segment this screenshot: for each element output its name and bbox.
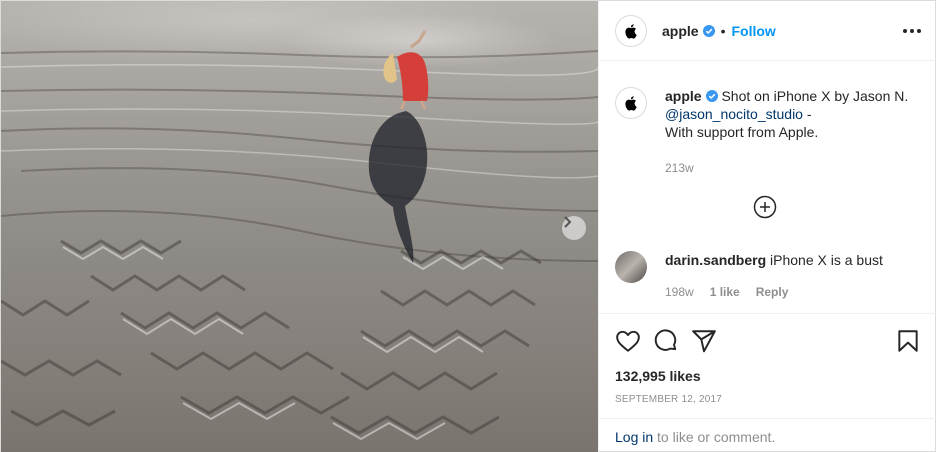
avatar[interactable] — [615, 14, 647, 47]
beach-scene — [1, 30, 598, 441]
caption-mention[interactable]: @jason_nocito_studio — [665, 106, 803, 122]
caption-text: Shot on iPhone X by Jason N. — [721, 88, 909, 104]
post-viewer: apple • Follow apple Shot on iPhone X by… — [0, 0, 936, 452]
caption-body: apple Shot on iPhone X by Jason N. @jaso… — [665, 87, 915, 177]
comment-meta: 198w 1 like Reply — [665, 283, 883, 301]
post-header: apple • Follow — [599, 1, 936, 61]
apple-logo-icon — [625, 96, 637, 111]
caption-timestamp[interactable]: 213w — [665, 159, 915, 177]
more-options-icon — [903, 29, 907, 33]
reply-button[interactable]: Reply — [756, 283, 789, 301]
commenter-avatar[interactable] — [615, 251, 647, 283]
header-separator: • — [720, 22, 726, 39]
caption-suffix: - — [802, 106, 812, 122]
login-link[interactable]: Log in — [615, 429, 653, 445]
caption-username[interactable]: apple — [665, 88, 702, 104]
comment-bubble-icon[interactable] — [653, 328, 679, 354]
heart-icon[interactable] — [615, 328, 641, 354]
post-caption: apple Shot on iPhone X by Jason N. @jaso… — [615, 87, 915, 177]
add-circle-icon[interactable] — [753, 195, 777, 219]
more-options-button[interactable] — [903, 23, 921, 39]
actions-section: 132,995 likes SEPTEMBER 12, 2017 Log in … — [599, 313, 936, 452]
comment-likes[interactable]: 1 like — [710, 283, 740, 301]
chevron-right-icon — [564, 216, 572, 228]
comment-body: darin.sandberg iPhone X is a bust 198w 1… — [665, 251, 883, 301]
likes-count[interactable]: 132,995 likes — [615, 368, 701, 384]
comment-item: darin.sandberg iPhone X is a bust 198w 1… — [615, 251, 883, 301]
next-photo-button[interactable] — [562, 216, 586, 240]
comments-section: apple Shot on iPhone X by Jason N. @jaso… — [599, 61, 936, 313]
caption-avatar[interactable] — [615, 87, 647, 119]
verified-badge-icon — [705, 90, 718, 102]
login-prompt-text: to like or comment. — [653, 429, 776, 445]
follow-button[interactable]: Follow — [731, 23, 775, 39]
dancer-figure — [383, 30, 429, 110]
post-date[interactable]: SEPTEMBER 12, 2017 — [615, 394, 722, 405]
comment-text: iPhone X is a bust — [770, 252, 883, 268]
bookmark-icon[interactable] — [895, 328, 921, 354]
caption-line-2: With support from Apple. — [665, 124, 819, 140]
paper-plane-icon[interactable] — [691, 328, 717, 354]
action-icons — [615, 328, 921, 354]
apple-logo-icon — [625, 23, 637, 39]
post-photo[interactable] — [1, 1, 598, 452]
verified-badge-icon — [702, 24, 715, 37]
post-details-panel: apple • Follow apple Shot on iPhone X by… — [598, 1, 936, 452]
header-username[interactable]: apple — [662, 23, 699, 39]
commenter-username[interactable]: darin.sandberg — [665, 252, 766, 268]
login-prompt: Log in to like or comment. — [599, 418, 936, 452]
comment-timestamp[interactable]: 198w — [665, 283, 694, 301]
